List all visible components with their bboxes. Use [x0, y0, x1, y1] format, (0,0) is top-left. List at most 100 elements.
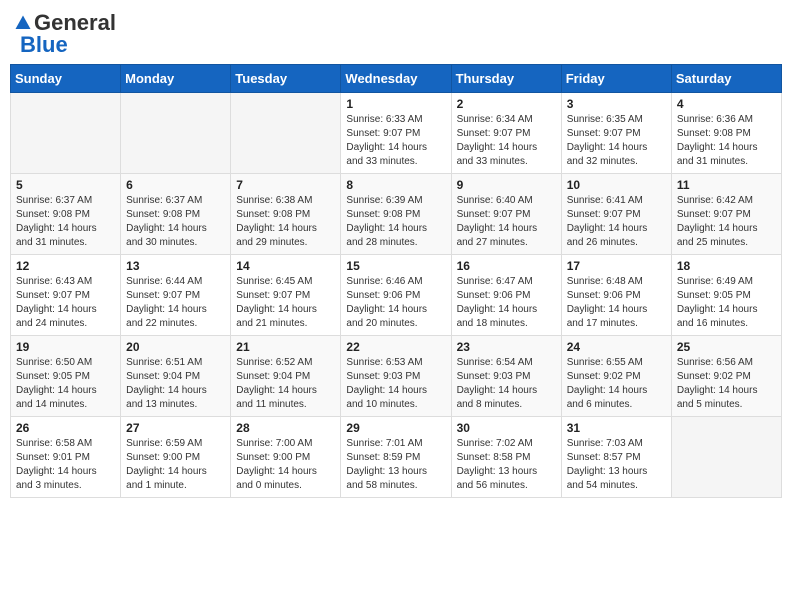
day-cell: 11 Sunrise: 6:42 AM Sunset: 9:07 PM Dayli… — [671, 174, 781, 255]
week-row-2: 5Sunrise: 6:37 AM Sunset: 9:08 PM Daylig… — [11, 174, 782, 255]
day-number: 27 — [126, 421, 225, 435]
day-cell: 7Sunrise: 6:38 AM Sunset: 9:08 PM Daylig… — [231, 174, 341, 255]
day-info: Sunrise: 6:39 AM Sunset: 9:08 PM Dayligh… — [346, 194, 445, 250]
day-info: Sunrise: 6:42 AM Sunset: 9:07 PM Dayligh… — [677, 194, 776, 250]
day-number: 25 — [677, 340, 776, 354]
day-cell: 9 Sunrise: 6:40 AM Sunset: 9:07 PM Daylig… — [451, 174, 561, 255]
day-info: Sunrise: 6:37 AM Sunset: 9:08 PM Dayligh… — [126, 194, 225, 250]
weekday-header-sunday: Sunday — [11, 65, 121, 93]
weekday-header-thursday: Thursday — [451, 65, 561, 93]
day-cell: 21 Sunrise: 6:52 AM Sunset: 9:04 PM Dayli… — [231, 336, 341, 417]
day-info: Sunrise: 6:48 AM Sunset: 9:06 PM Dayligh… — [567, 275, 666, 331]
day-cell — [121, 93, 231, 174]
day-cell: 12Sunrise: 6:43 AM Sunset: 9:07 PM Dayli… — [11, 255, 121, 336]
day-info: Sunrise: 6:33 AM Sunset: 9:07 PM Dayligh… — [346, 113, 445, 169]
day-cell: 6 Sunrise: 6:37 AM Sunset: 9:08 PM Daylig… — [121, 174, 231, 255]
day-number: 29 — [346, 421, 445, 435]
day-cell: 20 Sunrise: 6:51 AM Sunset: 9:04 PM Dayli… — [121, 336, 231, 417]
day-info: Sunrise: 6:51 AM Sunset: 9:04 PM Dayligh… — [126, 356, 225, 412]
day-number: 13 — [126, 259, 225, 273]
day-cell: 4Sunrise: 6:36 AM Sunset: 9:08 PM Daylig… — [671, 93, 781, 174]
day-cell — [231, 93, 341, 174]
day-info: Sunrise: 6:35 AM Sunset: 9:07 PM Dayligh… — [567, 113, 666, 169]
day-cell: 25 Sunrise: 6:56 AM Sunset: 9:02 PM Dayli… — [671, 336, 781, 417]
day-info: Sunrise: 7:02 AM Sunset: 8:58 PM Dayligh… — [457, 437, 556, 493]
day-info: Sunrise: 6:43 AM Sunset: 9:07 PM Dayligh… — [16, 275, 115, 331]
week-row-3: 12Sunrise: 6:43 AM Sunset: 9:07 PM Dayli… — [11, 255, 782, 336]
day-number: 19 — [16, 340, 115, 354]
day-info: Sunrise: 6:41 AM Sunset: 9:07 PM Dayligh… — [567, 194, 666, 250]
week-row-5: 26 Sunrise: 6:58 AM Sunset: 9:01 PM Dayli… — [11, 417, 782, 498]
logo-blue: Blue — [20, 32, 68, 58]
day-number: 28 — [236, 421, 335, 435]
page-header: General Blue — [10, 10, 782, 58]
day-number: 23 — [457, 340, 556, 354]
logo-icon — [14, 14, 32, 32]
day-cell: 10 Sunrise: 6:41 AM Sunset: 9:07 PM Dayli… — [561, 174, 671, 255]
day-cell: 2Sunrise: 6:34 AM Sunset: 9:07 PM Daylig… — [451, 93, 561, 174]
day-info: Sunrise: 6:36 AM Sunset: 9:08 PM Dayligh… — [677, 113, 776, 169]
day-info: Sunrise: 6:58 AM Sunset: 9:01 PM Dayligh… — [16, 437, 115, 493]
day-number: 24 — [567, 340, 666, 354]
weekday-header-friday: Friday — [561, 65, 671, 93]
day-number: 18 — [677, 259, 776, 273]
day-cell: 3 Sunrise: 6:35 AM Sunset: 9:07 PM Daylig… — [561, 93, 671, 174]
day-info: Sunrise: 6:38 AM Sunset: 9:08 PM Dayligh… — [236, 194, 335, 250]
day-info: Sunrise: 6:37 AM Sunset: 9:08 PM Dayligh… — [16, 194, 115, 250]
day-info: Sunrise: 7:01 AM Sunset: 8:59 PM Dayligh… — [346, 437, 445, 493]
day-number: 26 — [16, 421, 115, 435]
week-row-4: 19Sunrise: 6:50 AM Sunset: 9:05 PM Dayli… — [11, 336, 782, 417]
day-number: 20 — [126, 340, 225, 354]
day-number: 11 — [677, 178, 776, 192]
day-info: Sunrise: 6:59 AM Sunset: 9:00 PM Dayligh… — [126, 437, 225, 493]
day-number: 30 — [457, 421, 556, 435]
day-number: 6 — [126, 178, 225, 192]
day-info: Sunrise: 6:54 AM Sunset: 9:03 PM Dayligh… — [457, 356, 556, 412]
day-number: 22 — [346, 340, 445, 354]
day-info: Sunrise: 6:45 AM Sunset: 9:07 PM Dayligh… — [236, 275, 335, 331]
day-number: 31 — [567, 421, 666, 435]
day-number: 9 — [457, 178, 556, 192]
day-cell: 22Sunrise: 6:53 AM Sunset: 9:03 PM Dayli… — [341, 336, 451, 417]
day-number: 14 — [236, 259, 335, 273]
day-info: Sunrise: 6:34 AM Sunset: 9:07 PM Dayligh… — [457, 113, 556, 169]
day-cell — [671, 417, 781, 498]
day-info: Sunrise: 6:56 AM Sunset: 9:02 PM Dayligh… — [677, 356, 776, 412]
calendar-table: SundayMondayTuesdayWednesdayThursdayFrid… — [10, 64, 782, 498]
day-info: Sunrise: 6:44 AM Sunset: 9:07 PM Dayligh… — [126, 275, 225, 331]
day-info: Sunrise: 6:46 AM Sunset: 9:06 PM Dayligh… — [346, 275, 445, 331]
day-info: Sunrise: 6:52 AM Sunset: 9:04 PM Dayligh… — [236, 356, 335, 412]
logo: General Blue — [14, 10, 116, 58]
day-cell: 24Sunrise: 6:55 AM Sunset: 9:02 PM Dayli… — [561, 336, 671, 417]
day-cell: 13 Sunrise: 6:44 AM Sunset: 9:07 PM Dayli… — [121, 255, 231, 336]
day-number: 21 — [236, 340, 335, 354]
day-number: 16 — [457, 259, 556, 273]
day-cell: 31 Sunrise: 7:03 AM Sunset: 8:57 PM Dayli… — [561, 417, 671, 498]
day-cell: 30 Sunrise: 7:02 AM Sunset: 8:58 PM Dayli… — [451, 417, 561, 498]
day-cell: 8Sunrise: 6:39 AM Sunset: 9:08 PM Daylig… — [341, 174, 451, 255]
day-info: Sunrise: 6:47 AM Sunset: 9:06 PM Dayligh… — [457, 275, 556, 331]
weekday-header-row: SundayMondayTuesdayWednesdayThursdayFrid… — [11, 65, 782, 93]
day-cell: 5Sunrise: 6:37 AM Sunset: 9:08 PM Daylig… — [11, 174, 121, 255]
weekday-header-wednesday: Wednesday — [341, 65, 451, 93]
day-cell: 28 Sunrise: 7:00 AM Sunset: 9:00 PM Dayli… — [231, 417, 341, 498]
day-cell: 16 Sunrise: 6:47 AM Sunset: 9:06 PM Dayli… — [451, 255, 561, 336]
day-number: 10 — [567, 178, 666, 192]
day-info: Sunrise: 7:00 AM Sunset: 9:00 PM Dayligh… — [236, 437, 335, 493]
day-number: 3 — [567, 97, 666, 111]
day-cell: 14 Sunrise: 6:45 AM Sunset: 9:07 PM Dayli… — [231, 255, 341, 336]
day-info: Sunrise: 6:49 AM Sunset: 9:05 PM Dayligh… — [677, 275, 776, 331]
day-cell: 29 Sunrise: 7:01 AM Sunset: 8:59 PM Dayli… — [341, 417, 451, 498]
week-row-1: 1Sunrise: 6:33 AM Sunset: 9:07 PM Daylig… — [11, 93, 782, 174]
day-info: Sunrise: 6:40 AM Sunset: 9:07 PM Dayligh… — [457, 194, 556, 250]
day-info: Sunrise: 7:03 AM Sunset: 8:57 PM Dayligh… — [567, 437, 666, 493]
day-cell — [11, 93, 121, 174]
day-number: 15 — [346, 259, 445, 273]
day-cell: 15 Sunrise: 6:46 AM Sunset: 9:06 PM Dayli… — [341, 255, 451, 336]
weekday-header-tuesday: Tuesday — [231, 65, 341, 93]
weekday-header-monday: Monday — [121, 65, 231, 93]
day-number: 17 — [567, 259, 666, 273]
day-cell: 23 Sunrise: 6:54 AM Sunset: 9:03 PM Dayli… — [451, 336, 561, 417]
day-cell: 19Sunrise: 6:50 AM Sunset: 9:05 PM Dayli… — [11, 336, 121, 417]
weekday-header-saturday: Saturday — [671, 65, 781, 93]
